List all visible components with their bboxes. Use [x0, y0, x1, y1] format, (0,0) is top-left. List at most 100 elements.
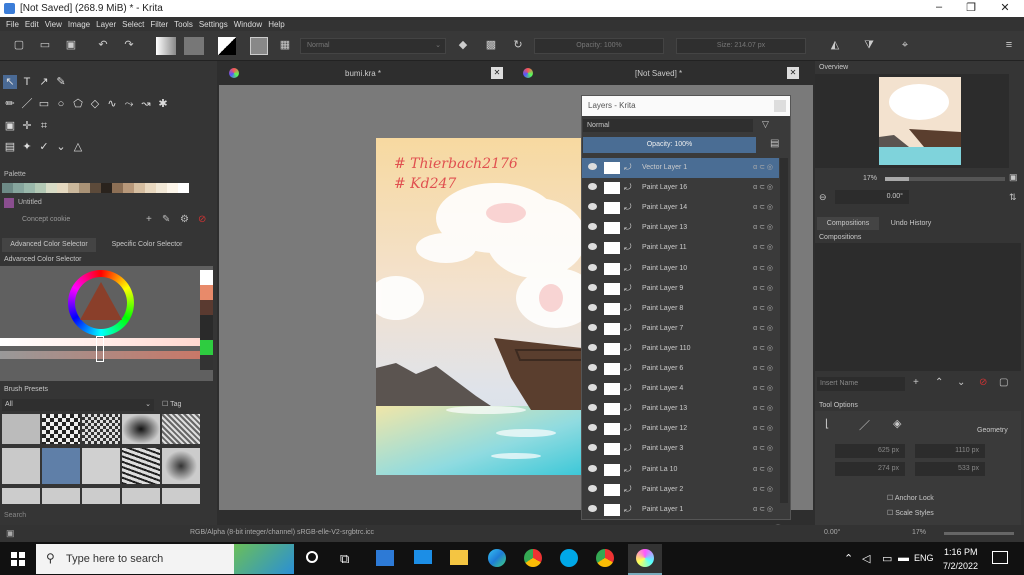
open-document-icon[interactable]: ▭ — [38, 38, 52, 52]
crop-tool-icon[interactable]: ⌗ — [37, 119, 51, 133]
ellipse-tool-icon[interactable]: ○ — [54, 97, 68, 111]
layer-flags-icon[interactable]: α ⊂ ◎ — [753, 424, 773, 432]
edit-swatch-icon[interactable]: ✎ — [162, 214, 170, 225]
swatch[interactable] — [46, 183, 57, 193]
palette-settings-icon[interactable]: ⚙ — [180, 214, 189, 225]
battery-icon[interactable]: ▬ — [898, 552, 909, 564]
menu-view[interactable]: View — [45, 20, 62, 29]
tag-button[interactable]: ☐ Tag — [162, 400, 181, 408]
select-mode-icon[interactable]: ⌊ — [825, 417, 829, 430]
layer-filter-icon[interactable]: ▽ — [762, 119, 769, 130]
status-settings-icon[interactable]: ▣ — [6, 528, 15, 539]
layer-row[interactable]: ⤾ Paint Layer 9 α ⊂ ◎ — [582, 279, 779, 299]
layer-flags-icon[interactable]: α ⊂ ◎ — [753, 243, 773, 251]
painting-canvas[interactable]: # Thierbach2176 # Kd247 — [376, 138, 582, 475]
layers-scrollbar[interactable] — [780, 158, 788, 503]
swatch[interactable] — [123, 183, 134, 193]
layer-flags-icon[interactable]: α ⊂ ◎ — [753, 344, 773, 352]
clock-time[interactable]: 1:16 PM — [944, 547, 978, 557]
line-tool-icon[interactable]: ／ — [20, 97, 34, 111]
layer-row[interactable]: ⤾ Paint Layer 10 α ⊂ ◎ — [582, 259, 779, 279]
visibility-eye-icon[interactable] — [588, 444, 597, 452]
swatch[interactable] — [24, 183, 35, 193]
bezier-tool-icon[interactable]: ∿ — [105, 97, 119, 111]
blend-mode-select[interactable]: Normal ⌄ — [300, 38, 446, 54]
chrome-icon[interactable] — [524, 549, 542, 567]
edge-icon[interactable] — [488, 549, 506, 567]
brush-preset[interactable] — [2, 448, 40, 484]
menu-edit[interactable]: Edit — [25, 20, 39, 29]
fill-tool-icon[interactable]: ▤ — [3, 140, 17, 154]
swatch[interactable] — [79, 183, 90, 193]
multibrush-tool-icon[interactable]: ✱ — [156, 97, 170, 111]
brush-preset[interactable] — [122, 488, 160, 504]
mail-icon[interactable] — [414, 550, 432, 564]
brush-preset[interactable] — [2, 488, 40, 504]
overview-panel[interactable] — [815, 74, 1009, 168]
file-explorer-icon[interactable] — [450, 550, 468, 565]
y-position-field[interactable]: 274 px — [835, 462, 905, 476]
undo-icon[interactable]: ↶ — [96, 38, 110, 52]
close-tab-icon[interactable]: ✕ — [491, 67, 503, 79]
reload-icon[interactable]: ↻ — [511, 38, 525, 52]
rotation-field[interactable]: 0.00° — [835, 190, 909, 204]
menu-help[interactable]: Help — [268, 20, 284, 29]
menu-file[interactable]: File — [6, 20, 19, 29]
preserve-alpha-icon[interactable]: ▩ — [484, 38, 498, 52]
visibility-eye-icon[interactable] — [588, 424, 597, 432]
insert-name-field[interactable]: Insert Name — [817, 377, 905, 391]
swatch[interactable] — [112, 183, 123, 193]
swatch[interactable] — [145, 183, 156, 193]
layer-row[interactable]: ⤾ Paint Layer 16 α ⊂ ◎ — [582, 178, 779, 198]
toolbar-menu-icon[interactable]: ≡ — [1002, 38, 1016, 52]
tab-undo-history[interactable]: Undo History — [881, 217, 941, 230]
swatch[interactable] — [167, 183, 178, 193]
brush-preset[interactable] — [42, 448, 80, 484]
layer-flags-icon[interactable]: α ⊂ ◎ — [753, 364, 773, 372]
layer-row[interactable]: ⤾ Paint Layer 8 α ⊂ ◎ — [582, 299, 779, 319]
brush-preset[interactable] — [82, 448, 120, 484]
layer-row[interactable]: ⤾ Paint Layer 3 α ⊂ ◎ — [582, 439, 779, 459]
tab-specific-color-selector[interactable]: Specific Color Selector — [100, 238, 194, 252]
scale-styles-checkbox[interactable]: ☐ Scale Styles — [887, 509, 934, 517]
menu-layer[interactable]: Layer — [96, 20, 116, 29]
layer-flags-icon[interactable]: α ⊂ ◎ — [753, 324, 773, 332]
layer-row[interactable]: ⤾ Paint Layer 4 α ⊂ ◎ — [582, 379, 779, 399]
composition-export-icon[interactable]: ▢ — [999, 377, 1008, 388]
layer-flags-icon[interactable]: α ⊂ ◎ — [753, 485, 773, 493]
swatch[interactable] — [156, 183, 167, 193]
calligraphy-tool-icon[interactable]: ✎ — [54, 75, 68, 89]
tab-advanced-color-selector[interactable]: Advanced Color Selector — [2, 238, 96, 252]
rotate-icon[interactable]: ⊖ — [819, 192, 827, 203]
text-tool-icon[interactable]: T — [20, 75, 34, 89]
polyline-tool-icon[interactable]: ◇ — [88, 97, 102, 111]
chrome-2-icon[interactable] — [596, 549, 614, 567]
layer-row[interactable]: ⤾ Paint Layer 6 α ⊂ ◎ — [582, 359, 779, 379]
dynamic-brush-tool-icon[interactable]: ↝ — [139, 97, 153, 111]
swatch[interactable] — [101, 183, 112, 193]
gradient-swatch[interactable] — [156, 37, 176, 55]
menu-image[interactable]: Image — [68, 20, 90, 29]
layer-row[interactable]: ⤾ Paint Layer 11 α ⊂ ◎ — [582, 238, 779, 258]
layer-flags-icon[interactable]: α ⊂ ◎ — [753, 444, 773, 452]
close-tab-icon[interactable]: ✕ — [787, 67, 799, 79]
overview-zoom-slider[interactable] — [885, 177, 1005, 181]
layer-row[interactable]: ⤾ Paint Layer 1 α ⊂ ◎ — [582, 500, 779, 520]
brush-preset[interactable] — [82, 414, 120, 444]
edit-shapes-tool-icon[interactable]: ↗ — [37, 75, 51, 89]
visibility-eye-icon[interactable] — [588, 364, 597, 371]
mirror-horizontal-icon[interactable]: ◭ — [828, 38, 842, 52]
task-view-icon[interactable]: ⧉ — [340, 551, 349, 567]
visibility-eye-icon[interactable] — [588, 303, 597, 311]
brush-preset[interactable] — [122, 414, 160, 444]
brush-preset[interactable] — [162, 414, 200, 444]
color-picker-tool-icon[interactable]: ✓ — [37, 140, 51, 154]
palette-name[interactable]: Untitled — [18, 199, 42, 206]
delete-swatch-icon[interactable]: ⊘ — [198, 214, 206, 225]
tray-chevron-icon[interactable]: ⌃ — [844, 552, 853, 565]
visibility-eye-icon[interactable] — [588, 203, 597, 211]
visibility-eye-icon[interactable] — [588, 323, 597, 331]
rectangle-tool-icon[interactable]: ▭ — [37, 97, 51, 111]
layer-flags-icon[interactable]: α ⊂ ◎ — [753, 284, 773, 292]
save-icon[interactable]: ▣ — [64, 38, 78, 52]
